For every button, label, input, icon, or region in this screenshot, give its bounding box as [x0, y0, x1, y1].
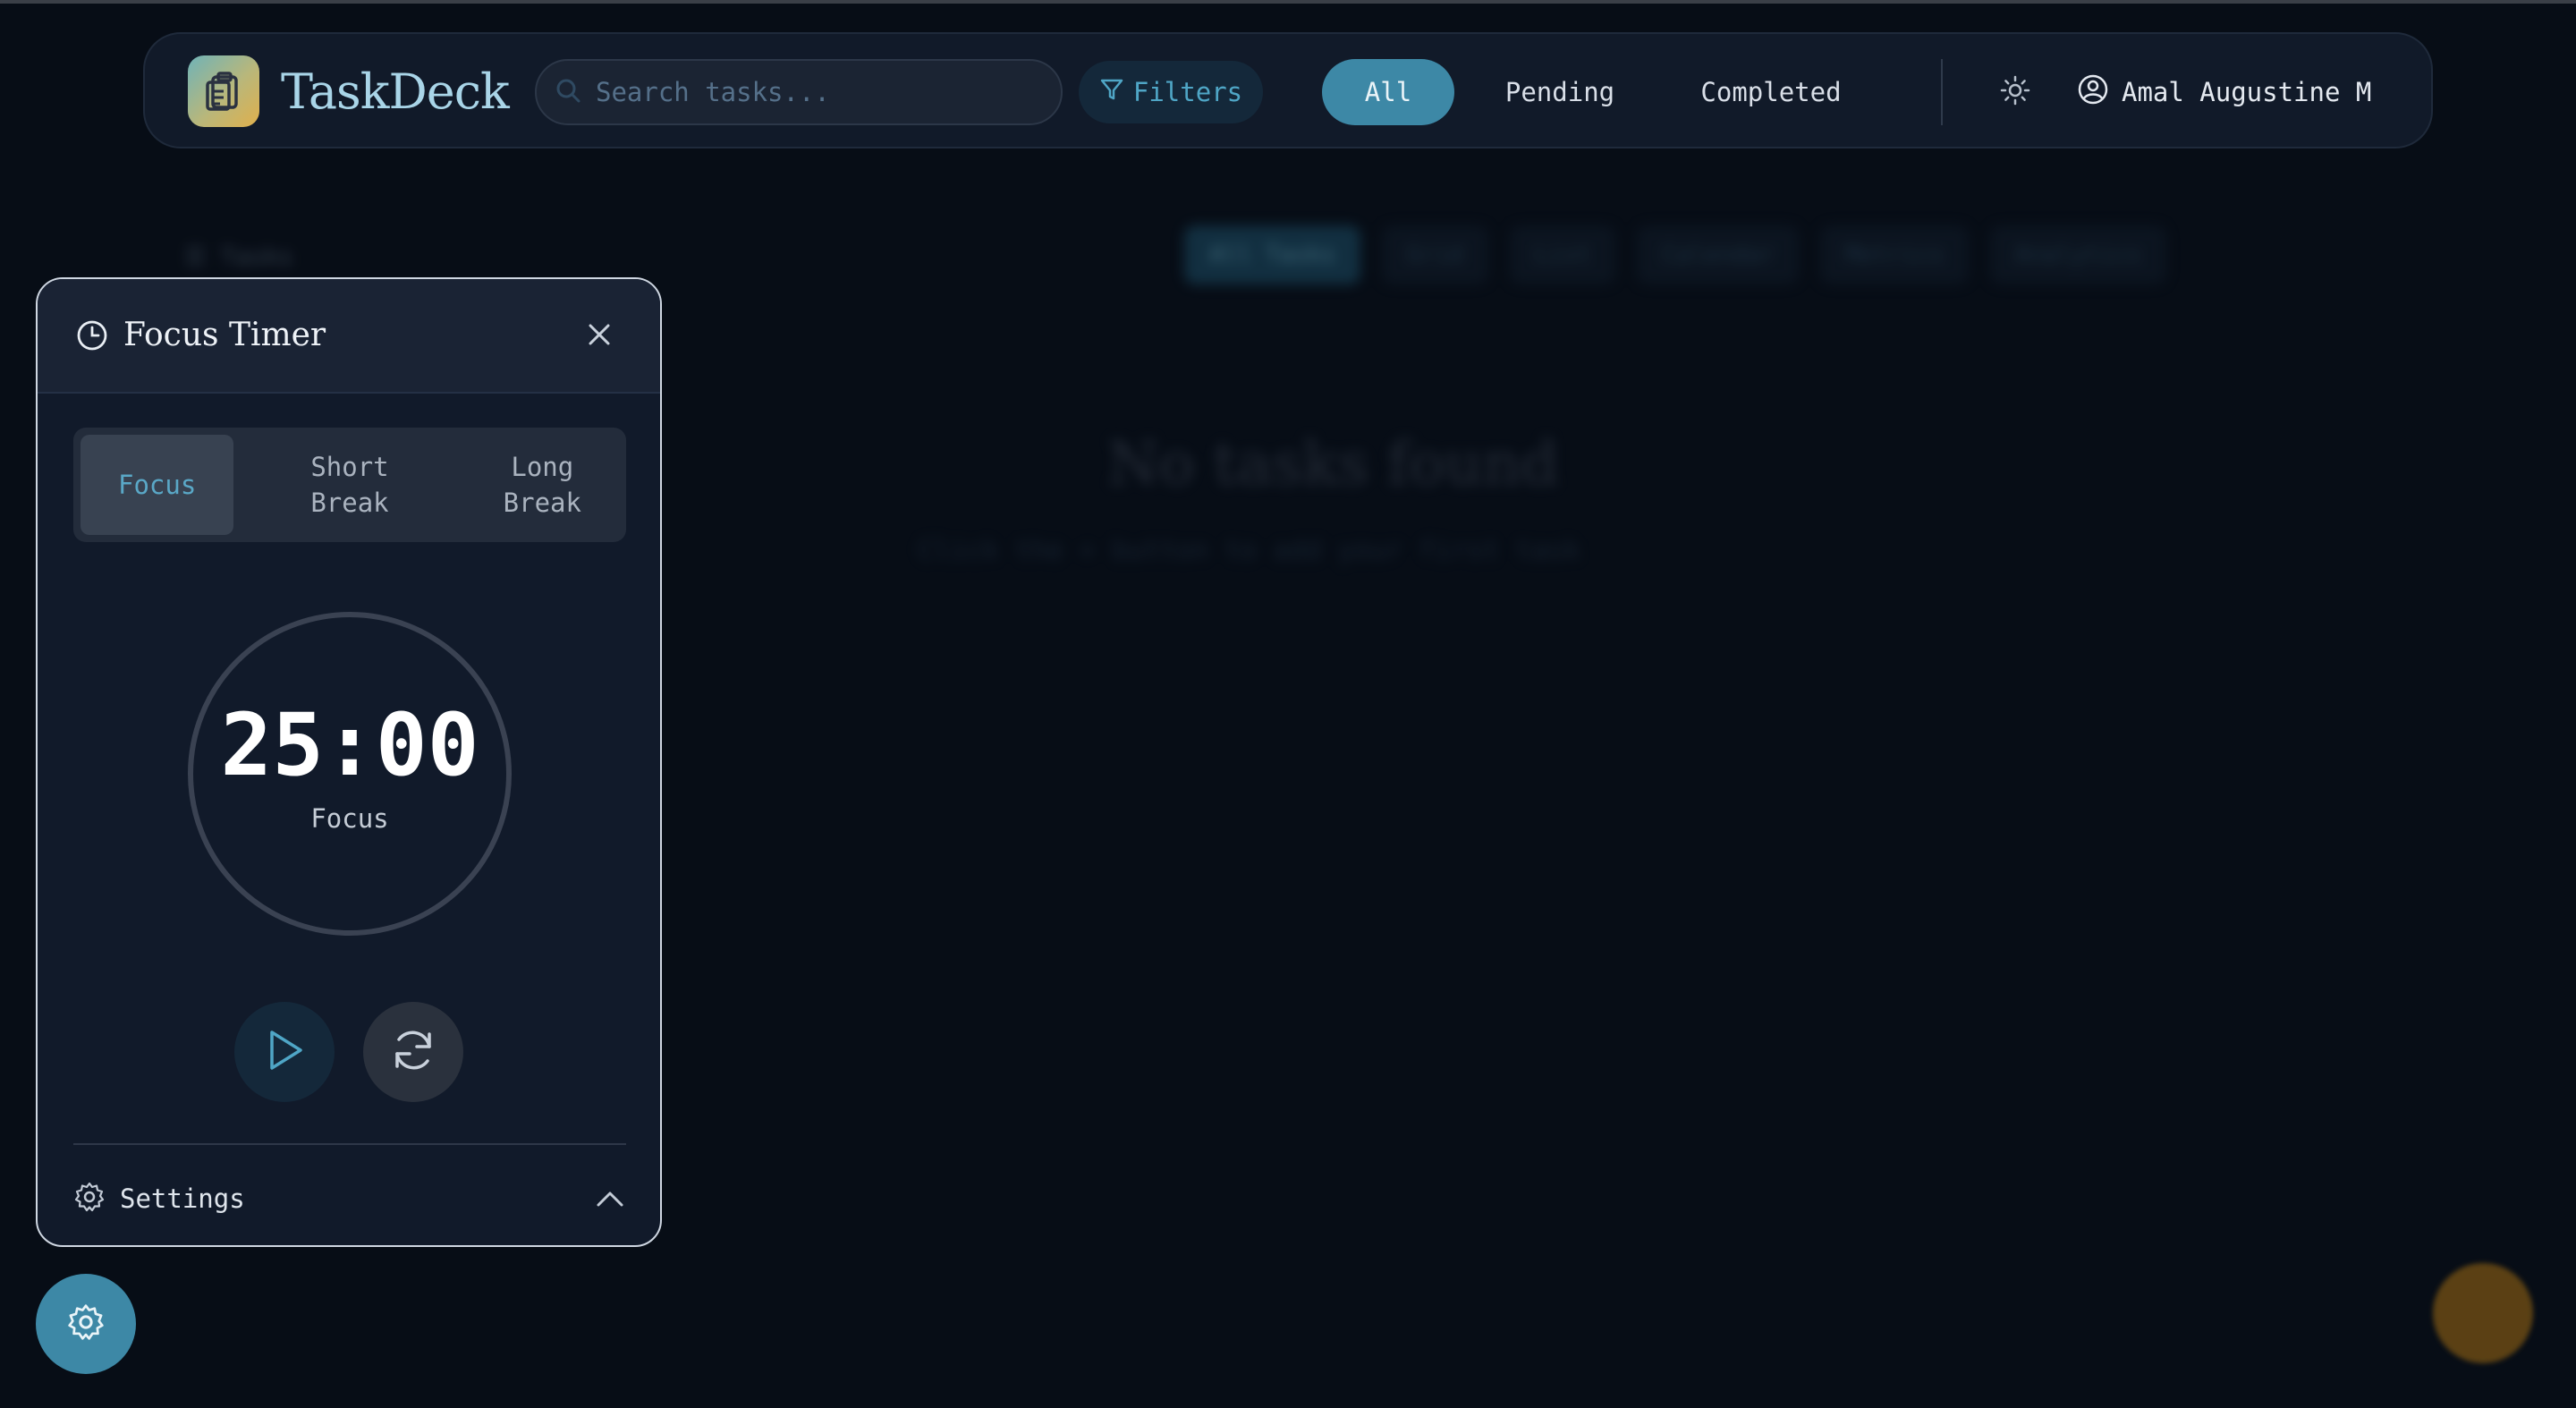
add-task-button[interactable]: [2433, 1263, 2533, 1363]
clipboard-logo-icon: [188, 55, 259, 127]
theme-toggle-button[interactable]: [1995, 72, 2036, 113]
header-divider: [1941, 59, 1943, 125]
panel-divider: [73, 1143, 626, 1145]
user-menu[interactable]: Amal Augustine M: [2077, 63, 2371, 122]
app-logo-text[interactable]: TaskDeck: [281, 61, 510, 123]
bg-view-tab: Calendar: [1637, 225, 1800, 284]
settings-toggle[interactable]: Settings: [73, 1172, 626, 1226]
panel-header: Focus Timer: [38, 279, 660, 394]
timer-display: 25:00: [220, 695, 479, 795]
tab-pending[interactable]: Pending: [1470, 59, 1649, 125]
empty-state-title: No tasks found: [1107, 429, 1559, 498]
panel-title: Focus Timer: [123, 317, 326, 353]
mode-long-break[interactable]: Long Break: [466, 435, 619, 535]
search-icon: [555, 77, 581, 107]
settings-fab-button[interactable]: [36, 1274, 136, 1374]
user-circle-icon: [2077, 73, 2109, 112]
settings-label: Settings: [120, 1183, 245, 1214]
bg-view-tab: List: [1509, 225, 1616, 284]
mode-short-break[interactable]: Short Break: [233, 435, 465, 535]
refresh-icon: [388, 1025, 438, 1079]
tab-all[interactable]: All: [1322, 59, 1454, 125]
bg-tasks-heading: ☰ Tasks: [184, 243, 293, 271]
gear-icon: [66, 1302, 106, 1345]
user-name: Amal Augustine M: [2122, 77, 2372, 107]
filters-label: Filters: [1132, 77, 1243, 107]
focus-timer-panel: Focus Timer Focus Short Break Long Break…: [36, 277, 662, 1247]
close-button[interactable]: [580, 317, 619, 356]
reset-button[interactable]: [363, 1002, 463, 1102]
sun-icon: [2000, 75, 2030, 109]
clock-icon: [75, 318, 109, 352]
bg-view-tab: Analytics: [1989, 225, 2166, 284]
empty-state-subtitle: Click the + button to add your first tas…: [918, 535, 1580, 566]
filters-button[interactable]: Filters: [1079, 61, 1263, 123]
gear-icon: [73, 1181, 106, 1217]
tab-completed[interactable]: Completed: [1665, 59, 1877, 125]
top-navbar: TaskDeck Filters All Pending Completed: [143, 32, 2433, 148]
play-icon: [263, 1028, 306, 1076]
bg-view-tabs: All Tasks Grid List Calendar Metrics Ana…: [1184, 225, 2166, 284]
timer-mode-selector: Focus Short Break Long Break: [73, 428, 626, 542]
play-button[interactable]: [234, 1002, 335, 1102]
filter-icon: [1099, 77, 1124, 108]
close-icon: [586, 321, 613, 352]
mode-focus[interactable]: Focus: [80, 435, 234, 535]
chevron-up-icon: [594, 1183, 626, 1215]
search-box[interactable]: [535, 59, 1063, 125]
bg-view-tab: All Tasks: [1184, 225, 1360, 284]
search-input[interactable]: [596, 77, 1061, 107]
timer-mode-label: Focus: [310, 803, 389, 834]
bg-view-tab: Metrics: [1820, 225, 1969, 284]
bg-view-tab: Grid: [1381, 225, 1488, 284]
